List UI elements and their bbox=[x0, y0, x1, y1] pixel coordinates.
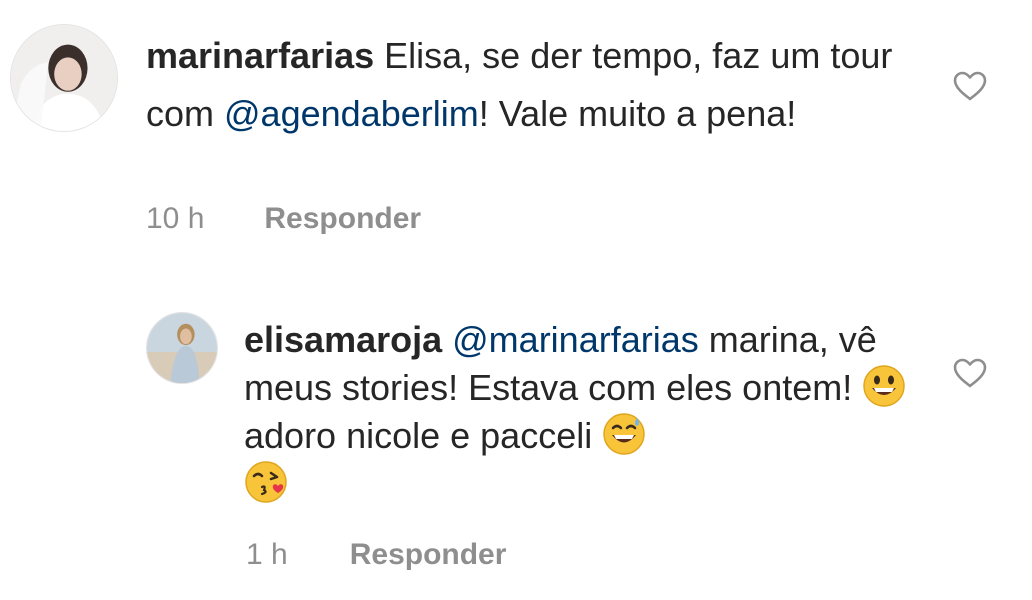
avatar-photo bbox=[11, 25, 117, 131]
kissing-heart-face-emoji bbox=[244, 460, 288, 504]
comment-timestamp: 1 h bbox=[246, 538, 288, 571]
comment-text: ! Vale muito a pena! bbox=[478, 93, 797, 134]
comment-body: marinarfarias Elisa, se der tempo, faz u… bbox=[146, 27, 936, 143]
avatar[interactable] bbox=[10, 24, 118, 132]
comment-username[interactable]: elisamaroja bbox=[244, 319, 442, 360]
comment-timestamp: 10 h bbox=[146, 202, 205, 235]
reply-button[interactable]: Responder bbox=[264, 202, 421, 236]
grinning-face-emoji bbox=[862, 364, 906, 408]
heart-outline-icon[interactable] bbox=[953, 358, 987, 388]
comment-body: elisamaroja @marinarfarias marina, vê me… bbox=[244, 316, 934, 508]
heart-outline-icon[interactable] bbox=[953, 71, 987, 101]
comment-item: marinarfarias Elisa, se der tempo, faz u… bbox=[0, 0, 1032, 260]
mention-link[interactable]: @agendaberlim bbox=[224, 93, 479, 134]
comment-item: elisamaroja @marinarfarias marina, vê me… bbox=[0, 300, 1032, 600]
mention-link[interactable]: @marinarfarias bbox=[452, 319, 699, 360]
avatar[interactable] bbox=[146, 312, 218, 384]
comment-meta: 10 h Responder bbox=[146, 202, 421, 236]
reply-button[interactable]: Responder bbox=[350, 538, 507, 572]
grinning-sweat-face-emoji bbox=[602, 412, 646, 456]
avatar-photo bbox=[147, 313, 217, 383]
comment-meta: 1 h Responder bbox=[246, 538, 506, 572]
comment-username[interactable]: marinarfarias bbox=[146, 35, 374, 76]
comment-text: adoro nicole e pacceli bbox=[244, 415, 603, 456]
